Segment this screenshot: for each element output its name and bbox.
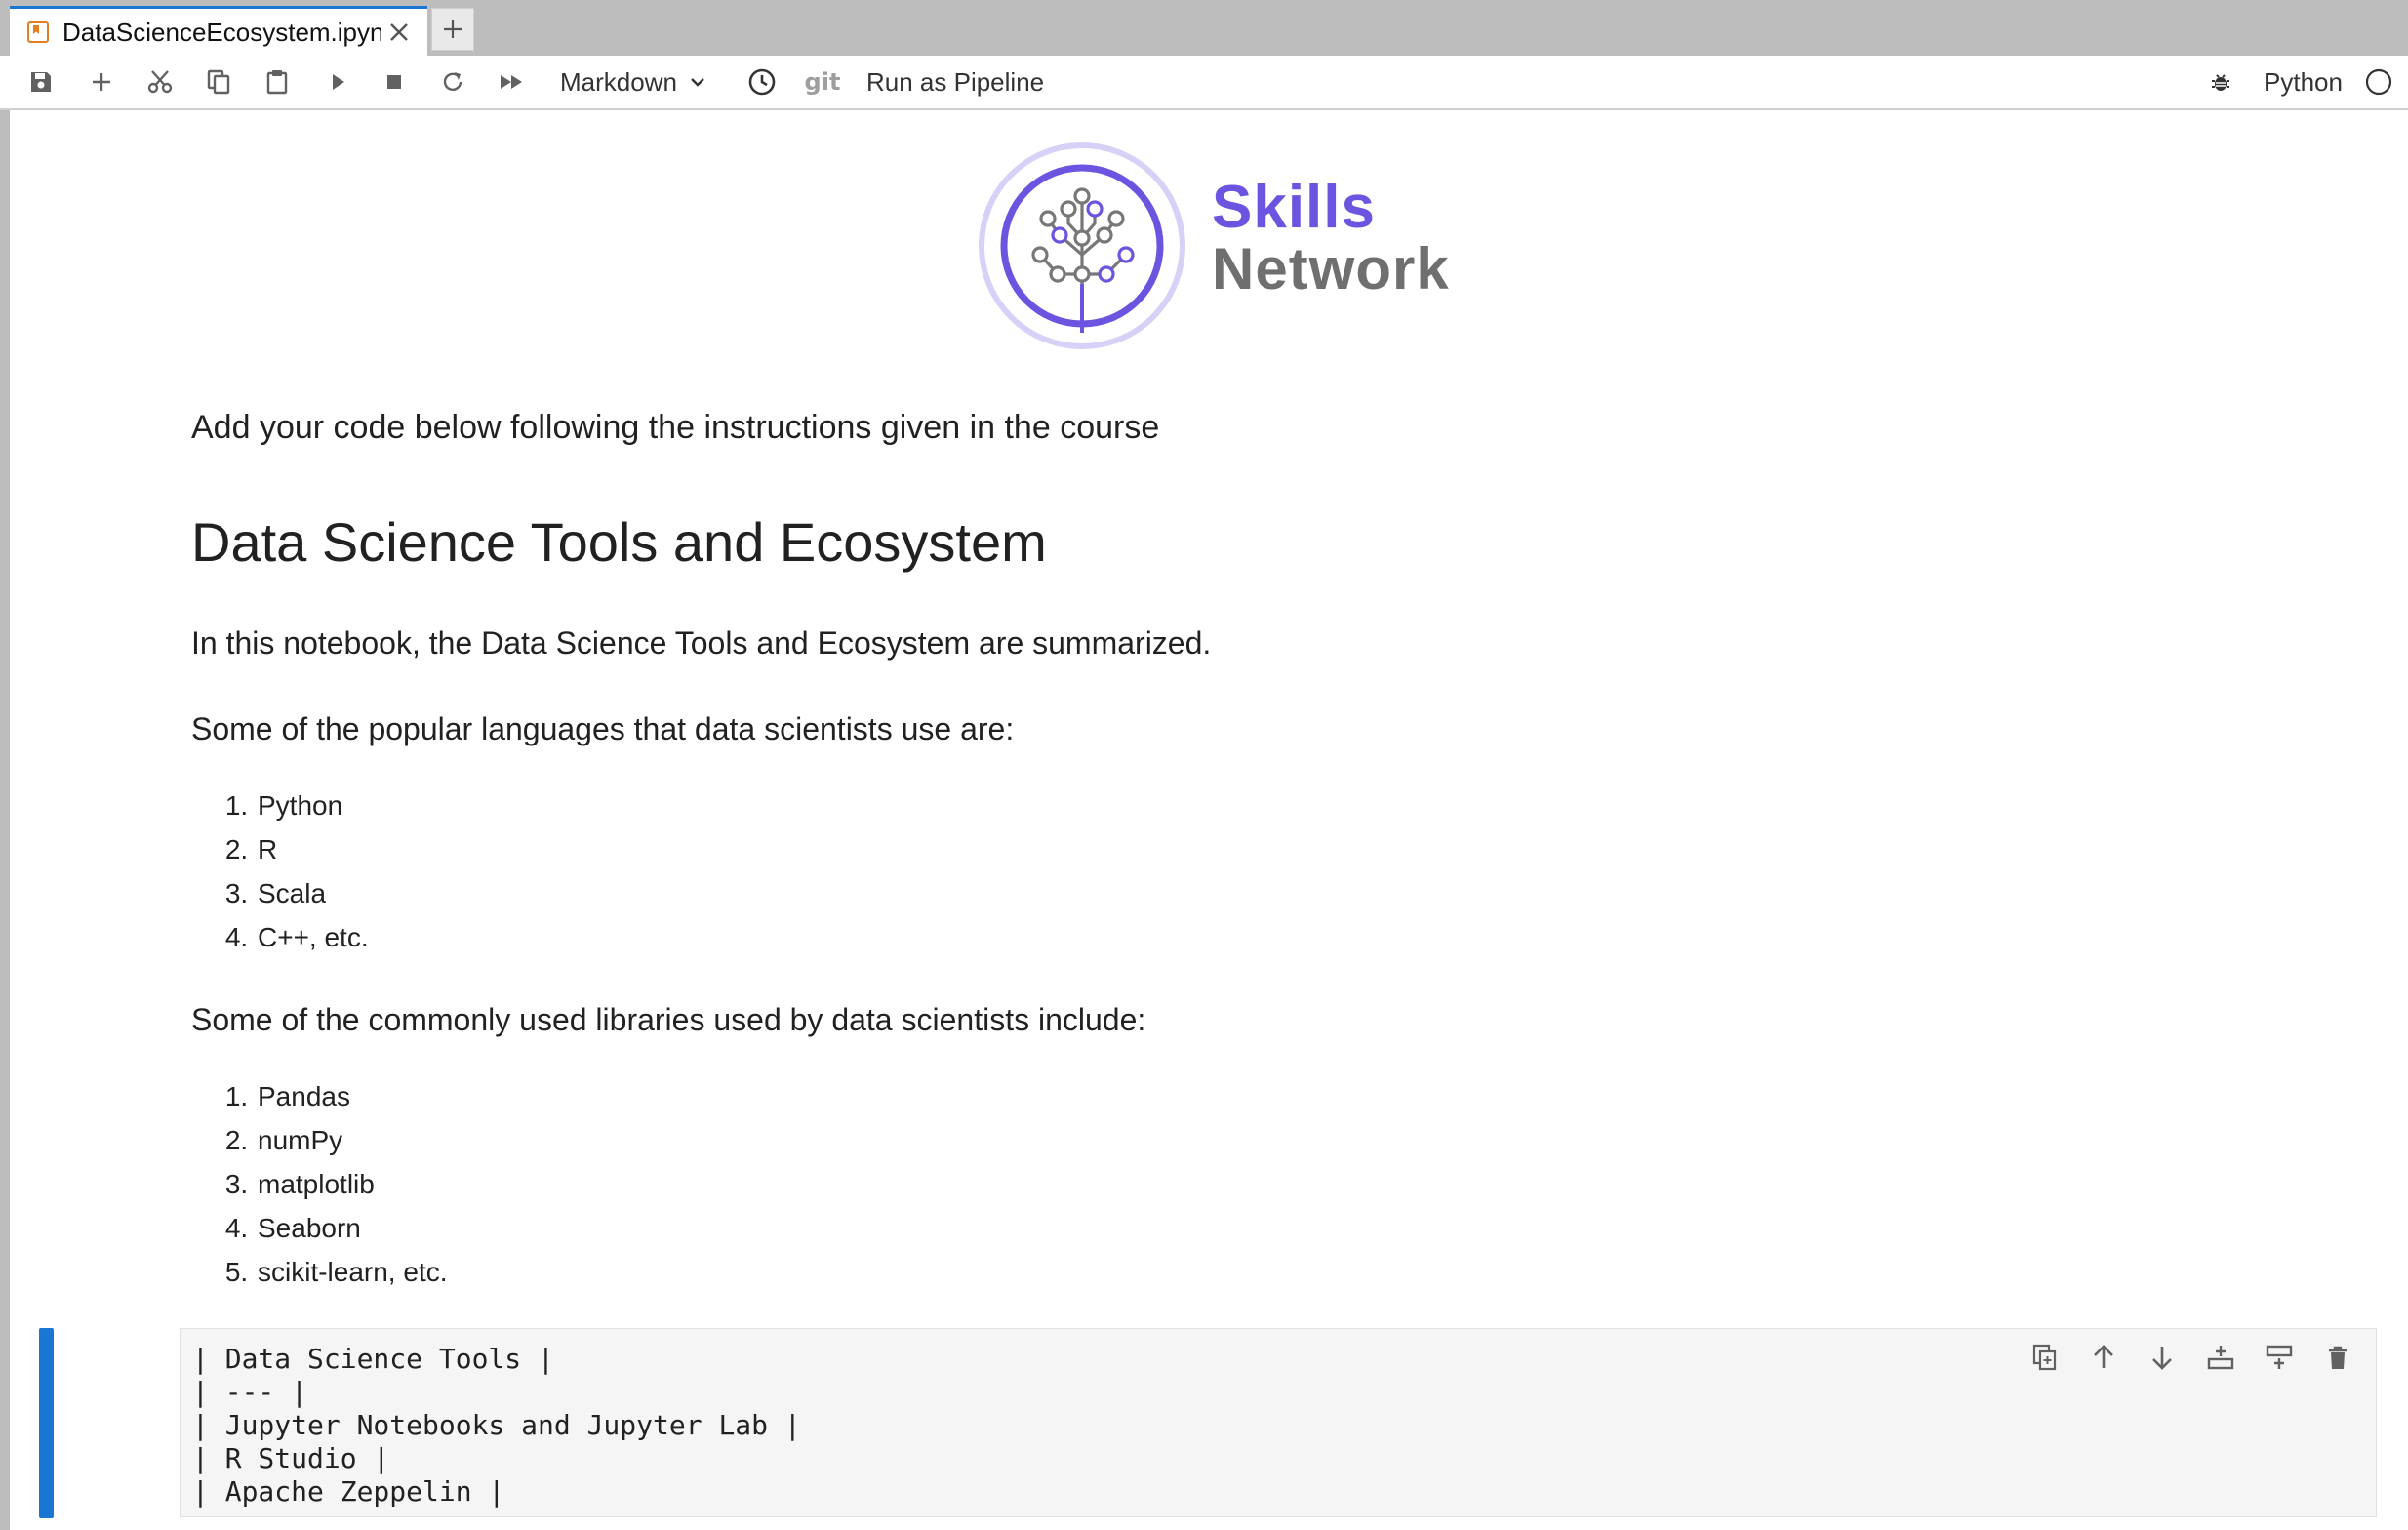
insert-below-icon xyxy=(2266,1345,2293,1369)
notebook-toolbar: Markdown git Run as Pipeline Python xyxy=(0,56,2408,110)
save-icon xyxy=(31,72,51,92)
languages-intro: Some of the popular languages that data … xyxy=(191,711,1015,746)
code-line: | Data Science Tools | xyxy=(192,1343,554,1375)
logo-text-network: Network xyxy=(1212,236,1450,302)
kernel-status-indicator xyxy=(2361,56,2396,108)
cell-source[interactable]: | Data Science Tools | | --- | | Jupyter… xyxy=(192,1343,801,1509)
list-item: R xyxy=(256,827,369,871)
cut-button[interactable] xyxy=(140,56,180,108)
plus-icon xyxy=(444,20,462,38)
list-item: matplotlib xyxy=(256,1162,448,1206)
insert-cell-below-button[interactable] xyxy=(2261,1339,2298,1376)
new-tab-button[interactable] xyxy=(431,8,474,51)
fast-forward-icon xyxy=(501,75,522,89)
list-item: numPy xyxy=(256,1118,448,1162)
list-item: Scala xyxy=(256,871,369,915)
code-line: | R Studio | xyxy=(192,1442,390,1474)
libraries-intro: Some of the commonly used libraries used… xyxy=(191,1002,1146,1037)
close-icon[interactable] xyxy=(386,20,412,45)
active-cell-indicator[interactable] xyxy=(39,1328,54,1518)
code-line: | Apache Zeppelin | xyxy=(192,1475,505,1508)
code-line: | Jupyter Notebooks and Jupyter Lab | xyxy=(192,1409,801,1441)
bug-icon xyxy=(2212,74,2229,91)
delete-cell-button[interactable] xyxy=(2319,1339,2356,1376)
stop-icon xyxy=(387,75,401,89)
clock-button[interactable] xyxy=(742,56,783,108)
trash-icon xyxy=(2329,1346,2347,1369)
notebook-icon xyxy=(27,21,49,43)
git-icon: git xyxy=(804,68,841,96)
summary-text: In this notebook, the Data Science Tools… xyxy=(191,625,1212,661)
arrow-up-icon xyxy=(2094,1345,2113,1368)
paste-button[interactable] xyxy=(258,56,297,108)
list-item: Pandas xyxy=(256,1074,448,1118)
duplicate-icon xyxy=(2032,1344,2057,1371)
cell-toolbar xyxy=(2027,1339,2356,1376)
logo-text-skills: Skills xyxy=(1212,174,1376,241)
list-item: scikit-learn, etc. xyxy=(256,1250,448,1294)
restart-button[interactable] xyxy=(433,56,472,108)
insert-cell-button[interactable] xyxy=(82,56,121,108)
debugger-button[interactable] xyxy=(2201,56,2240,108)
play-icon xyxy=(333,74,344,90)
move-cell-up-button[interactable] xyxy=(2085,1339,2122,1376)
instruction-text: Add your code below following the instru… xyxy=(191,409,1160,446)
list-item: Python xyxy=(256,784,369,827)
scissors-icon xyxy=(147,70,173,94)
kernel-idle-icon xyxy=(2365,68,2392,96)
cell-editor[interactable]: | Data Science Tools | | --- | | Jupyter… xyxy=(180,1328,2377,1517)
tab-title: DataScienceEcosystem.ipyn xyxy=(62,17,381,47)
copy-button[interactable] xyxy=(199,56,238,108)
notebook-panel: Skills Network Add your code below follo… xyxy=(10,110,2408,1530)
tab-bar: DataScienceEcosystem.ipyn xyxy=(0,0,2408,56)
list-item: C++, etc. xyxy=(256,915,369,959)
git-button[interactable]: git xyxy=(800,56,845,108)
kernel-label: Python xyxy=(2264,66,2343,97)
notebook-tab[interactable]: DataScienceEcosystem.ipyn xyxy=(10,6,427,56)
insert-cell-above-button[interactable] xyxy=(2202,1339,2239,1376)
insert-above-icon xyxy=(2207,1346,2234,1370)
plus-icon xyxy=(93,73,110,91)
duplicate-cell-button[interactable] xyxy=(2027,1339,2064,1376)
run-button[interactable] xyxy=(318,56,357,108)
refresh-icon xyxy=(443,72,462,91)
run-all-button[interactable] xyxy=(492,56,533,108)
clock-icon xyxy=(748,68,776,96)
run-as-pipeline-button[interactable]: Run as Pipeline xyxy=(866,56,1052,108)
list-item: Seaborn xyxy=(256,1206,448,1250)
arrow-down-icon xyxy=(2152,1347,2172,1370)
save-button[interactable] xyxy=(21,56,60,108)
interrupt-button[interactable] xyxy=(375,56,414,108)
copy-icon xyxy=(207,69,230,95)
code-line: | --- | xyxy=(192,1376,308,1408)
cell-type-dropdown[interactable]: Markdown xyxy=(560,56,716,108)
run-as-pipeline-label: Run as Pipeline xyxy=(866,66,1045,97)
notebook-heading: Data Science Tools and Ecosystem xyxy=(191,511,1047,573)
cell-type-label: Markdown xyxy=(560,66,677,97)
libraries-list: Pandas numPy matplotlib Seaborn scikit-l… xyxy=(191,1074,448,1294)
clipboard-icon xyxy=(266,70,288,95)
move-cell-down-button[interactable] xyxy=(2144,1339,2181,1376)
languages-list: Python R Scala C++, etc. xyxy=(191,784,369,959)
chevron-down-icon xyxy=(691,78,704,87)
kernel-name[interactable]: Python xyxy=(2264,56,2357,108)
